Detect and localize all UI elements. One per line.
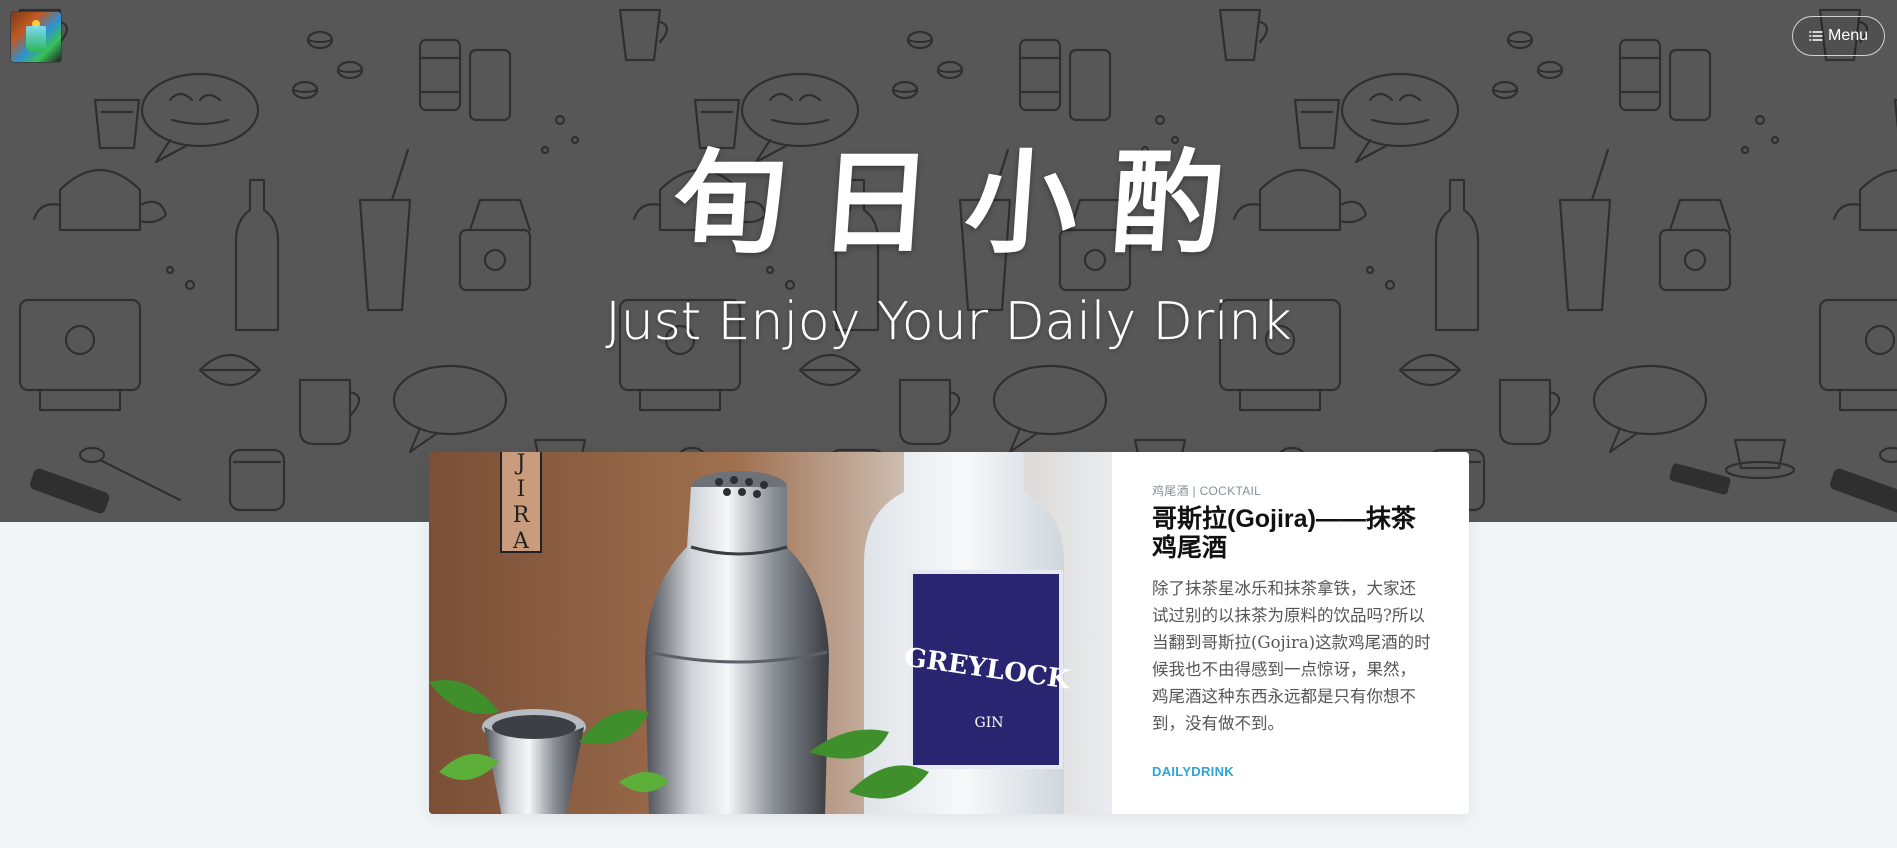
post-excerpt: 除了抹茶星冰乐和抹茶拿铁，大家还试过别的以抹茶为原料的饮品吗?所以当翻到哥斯拉(…: [1152, 579, 1431, 733]
cocktail-photo: J I R A GREYLOCK GIN: [429, 452, 1112, 814]
post-title[interactable]: 哥斯拉(Gojira)——抹茶鸡尾酒: [1152, 505, 1431, 563]
hero-header: Menu 旬日小酌 Just Enjoy Your Daily Drink: [0, 0, 1897, 522]
drink-logo-icon[interactable]: [11, 12, 61, 62]
svg-text:J: J: [515, 452, 526, 476]
svg-text:R: R: [513, 503, 531, 528]
svg-text:I: I: [517, 477, 526, 502]
svg-text:A: A: [512, 529, 530, 554]
svg-text:GIN: GIN: [975, 715, 1004, 731]
post-author-link[interactable]: DAILYDRINK: [1152, 764, 1234, 779]
post-featured-image[interactable]: J I R A GREYLOCK GIN: [429, 452, 1112, 814]
featured-post-card[interactable]: J I R A GREYLOCK GIN 鸡尾酒 | COCKTAIL 哥斯拉(…: [429, 452, 1469, 814]
site-tagline: Just Enjoy Your Daily Drink: [605, 292, 1292, 352]
menu-label: Menu: [1827, 27, 1869, 44]
hamburger-icon: [1809, 31, 1823, 41]
logo-glass: [26, 26, 46, 52]
site-title[interactable]: 旬日小酌: [0, 138, 1897, 269]
menu-button[interactable]: Menu: [1792, 16, 1885, 56]
post-body: 鸡尾酒 | COCKTAIL 哥斯拉(Gojira)——抹茶鸡尾酒 除了抹茶星冰…: [1112, 452, 1469, 814]
post-category[interactable]: 鸡尾酒 | COCKTAIL: [1152, 482, 1431, 499]
